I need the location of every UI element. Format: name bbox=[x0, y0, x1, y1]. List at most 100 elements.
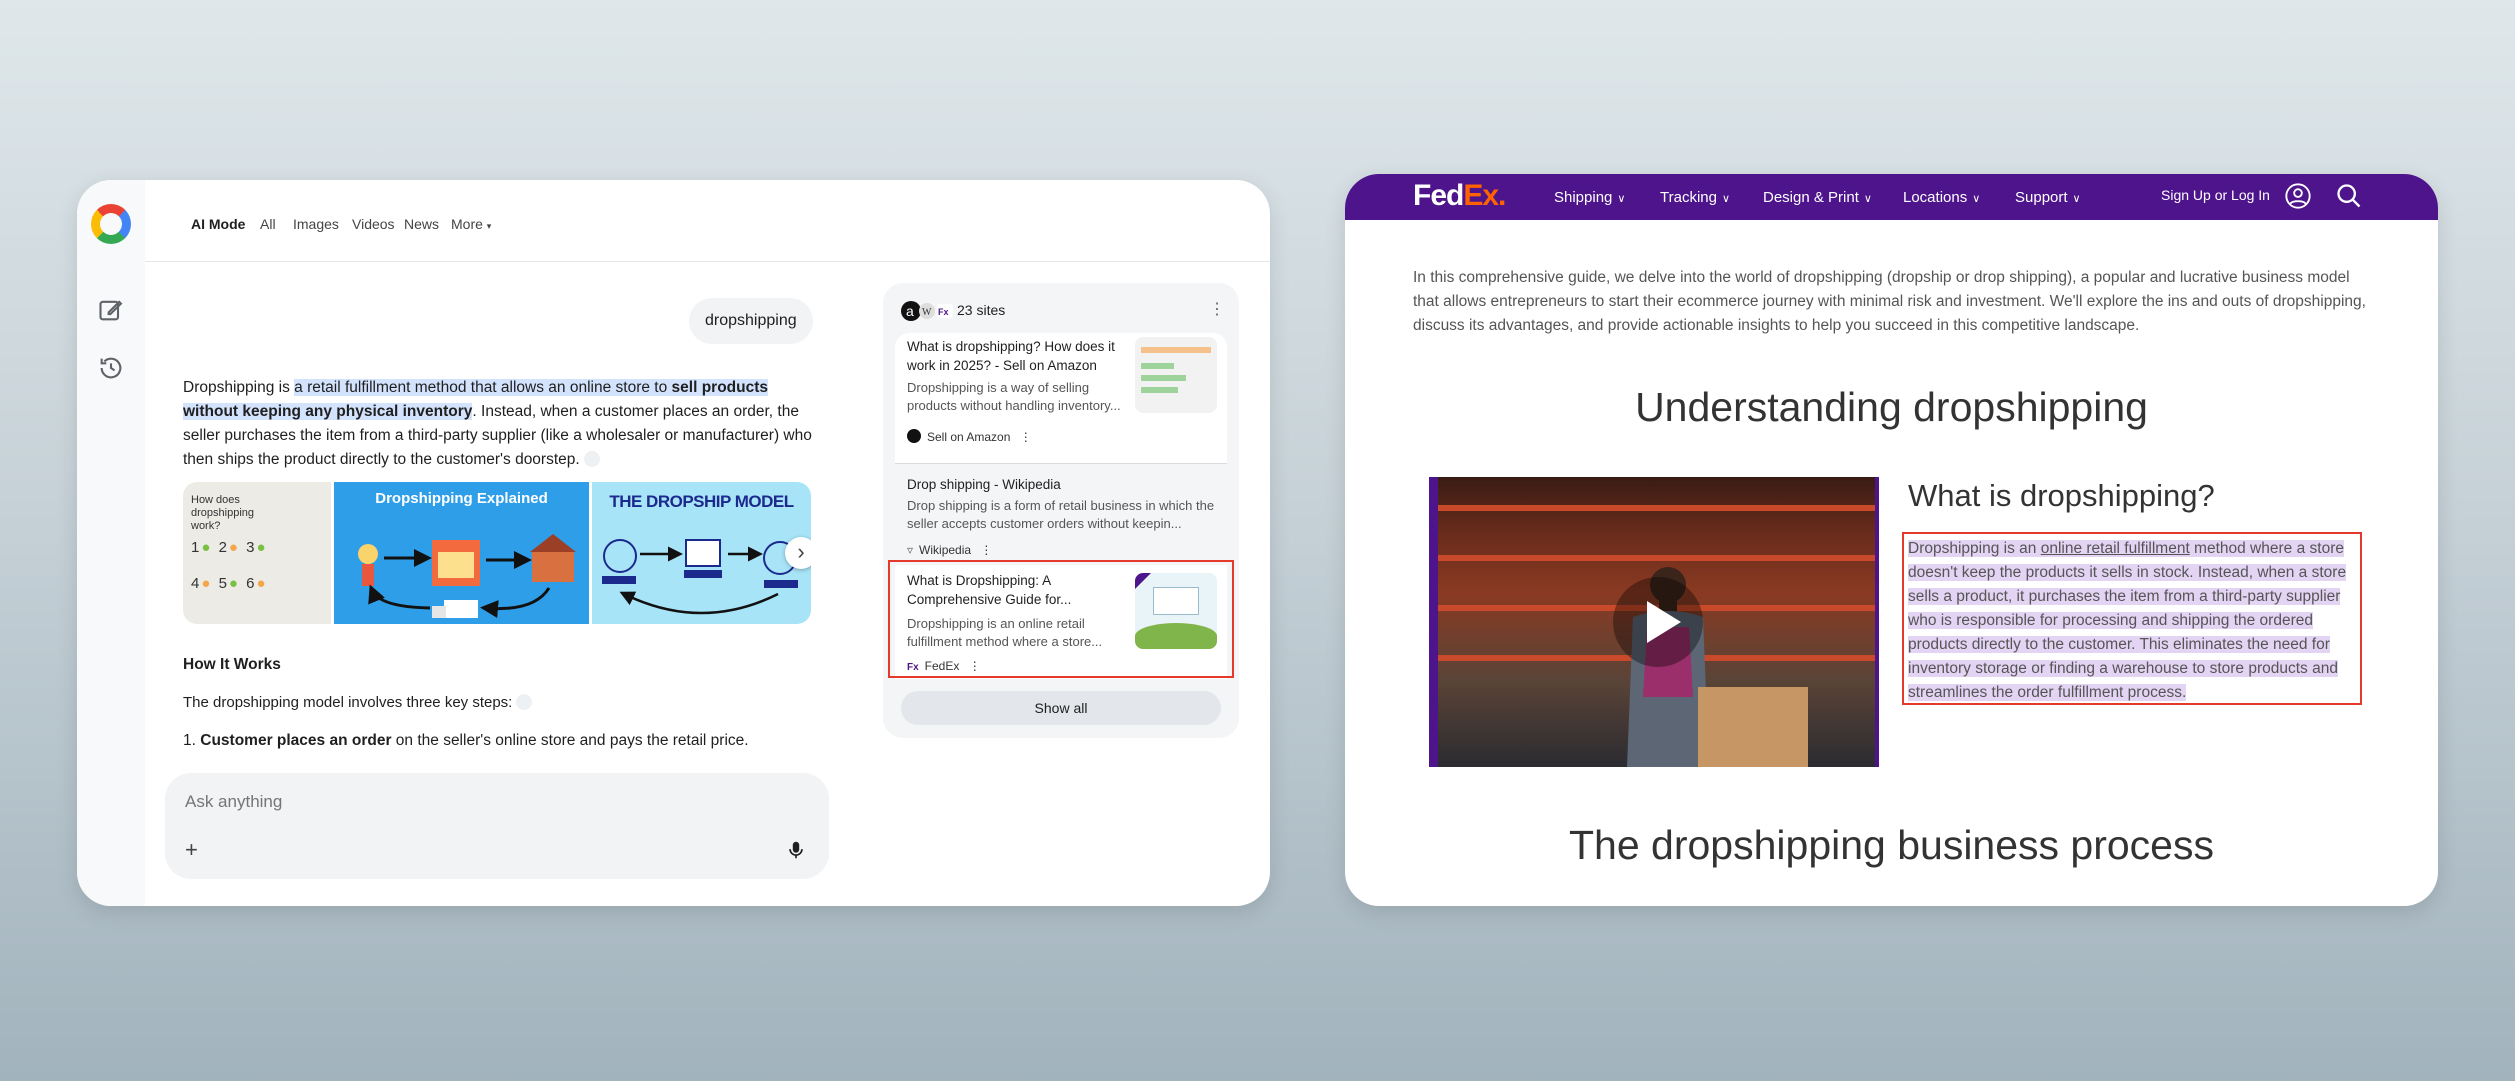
online-retail-fulfillment-link[interactable]: online retail fulfillment bbox=[2041, 540, 2190, 557]
heading-understanding: Understanding dropshipping bbox=[1635, 384, 2148, 430]
sources-count[interactable]: 23 sites bbox=[957, 302, 1005, 318]
image-the-dropship-model[interactable]: THE DROPSHIP MODEL bbox=[592, 482, 811, 624]
user-query-bubble: dropshipping bbox=[689, 298, 813, 344]
definition-paragraph: Dropshipping is an online retail fulfill… bbox=[1902, 532, 2362, 705]
video-box-figure bbox=[1698, 687, 1808, 767]
svg-text:Fx: Fx bbox=[938, 307, 949, 317]
link-icon[interactable] bbox=[516, 694, 533, 710]
chevron-down-icon: ∨ bbox=[1972, 193, 1981, 205]
source-card-title: Drop shipping - Wikipedia bbox=[907, 477, 1061, 492]
steps-intro: The dropshipping model involves three ke… bbox=[183, 694, 533, 711]
source-name: Wikipedia bbox=[919, 543, 972, 557]
definition-post: method where a store doesn't keep the pr… bbox=[1908, 540, 2347, 701]
svg-text:W: W bbox=[922, 307, 932, 318]
step-1: 1. Customer places an order on the selle… bbox=[183, 732, 749, 750]
shelf-decoration bbox=[1438, 505, 1875, 511]
sources-panel: a W Fx 23 sites ⋮ What is dropshipping? … bbox=[883, 283, 1239, 738]
chevron-down-icon: ∨ bbox=[1721, 193, 1731, 205]
source-card-snippet: Drop shipping is a form of retail busine… bbox=[907, 498, 1215, 531]
nav-label: Shipping bbox=[1554, 189, 1613, 206]
source-card-source: ▿ Wikipedia ⋮ bbox=[907, 543, 992, 557]
tab-videos[interactable]: Videos bbox=[352, 216, 395, 232]
image-dropshipping-explained[interactable]: Dropshipping Explained bbox=[334, 482, 589, 624]
fedex-logo-fed: Fed bbox=[1413, 179, 1464, 212]
ai-answer-paragraph: Dropshipping is a retail fulfillment met… bbox=[183, 376, 813, 472]
image-1-title: How does dropshipping work? bbox=[191, 494, 254, 532]
fedex-logo-ex: Ex. bbox=[1463, 179, 1506, 212]
nav-design-print[interactable]: Design & Print ∨ bbox=[1763, 189, 1872, 206]
step-1-num: 1. bbox=[183, 732, 196, 749]
nav-label: Tracking bbox=[1660, 189, 1717, 206]
show-all-button[interactable]: Show all bbox=[901, 691, 1221, 725]
step-1-rest: on the seller's online store and pays th… bbox=[391, 732, 749, 749]
image-2-title: Dropshipping Explained bbox=[375, 490, 548, 507]
ask-box: + bbox=[165, 773, 829, 879]
step-1-bold: Customer places an order bbox=[200, 732, 392, 749]
chevron-down-icon: ∨ bbox=[1617, 193, 1626, 205]
image-carousel: How does dropshipping work? 1● 2● 3● 4● 5… bbox=[183, 482, 811, 624]
search-icon[interactable] bbox=[2335, 182, 2363, 210]
link-icon[interactable] bbox=[583, 451, 600, 467]
history-icon[interactable] bbox=[97, 354, 125, 382]
microphone-icon[interactable] bbox=[785, 837, 807, 863]
plus-icon[interactable]: + bbox=[185, 837, 198, 863]
tab-more[interactable]: More ▾ bbox=[451, 216, 491, 232]
tab-more-label: More bbox=[451, 216, 483, 232]
answer-highlight-a: a retail fulfillment method that allows … bbox=[294, 379, 672, 396]
definition-pre: Dropshipping is an bbox=[1908, 540, 2041, 557]
numbered-steps-graphic: 1● 2● 3● 4● 5● 6● bbox=[191, 539, 268, 592]
tab-images[interactable]: Images bbox=[293, 216, 339, 232]
tab-news[interactable]: News bbox=[404, 216, 439, 232]
video-player[interactable] bbox=[1429, 477, 1879, 767]
nav-shipping[interactable]: Shipping ∨ bbox=[1554, 189, 1625, 206]
nav-locations[interactable]: Locations ∨ bbox=[1903, 189, 1980, 206]
answer-intro: Dropshipping is bbox=[183, 379, 295, 396]
dropship-model-graphic bbox=[602, 539, 798, 615]
image-how-does-dropshipping-work[interactable]: How does dropshipping work? 1● 2● 3● 4● 5… bbox=[183, 482, 331, 624]
heading-what-is: What is dropshipping? bbox=[1908, 478, 2215, 513]
source-card-source: Sell on Amazon ⋮ bbox=[907, 429, 1032, 444]
play-button-icon[interactable] bbox=[1613, 577, 1703, 667]
more-vert-icon[interactable]: ⋮ bbox=[980, 543, 992, 557]
caret-down-icon: ▾ bbox=[486, 221, 492, 231]
definition-selected-text[interactable]: Dropshipping is an online retail fulfill… bbox=[1908, 540, 2347, 701]
dropshipping-flow-graphic bbox=[358, 534, 576, 618]
nav-label: Locations bbox=[1903, 189, 1968, 206]
section-title: How It Works bbox=[183, 656, 281, 673]
tab-ai-mode[interactable]: AI Mode bbox=[191, 216, 245, 232]
search-tabs: AI Mode All Images Videos News More ▾ bbox=[145, 180, 1270, 262]
user-icon[interactable] bbox=[2284, 182, 2312, 210]
source-card-wikipedia[interactable]: Drop shipping - Wikipedia Drop shipping … bbox=[895, 463, 1227, 563]
new-chat-icon[interactable] bbox=[97, 296, 125, 324]
left-rail bbox=[77, 180, 145, 906]
ask-input[interactable] bbox=[183, 787, 743, 817]
fedex-nav-bar: FedEx. Shipping ∨ Tracking ∨ Design & Prin… bbox=[1345, 174, 2438, 220]
fedex-article-window: FedEx. Shipping ∨ Tracking ∨ Design & Prin… bbox=[1345, 174, 2438, 906]
more-vert-icon[interactable]: ⋮ bbox=[1209, 299, 1225, 319]
source-card-title: What is dropshipping? How does it work i… bbox=[907, 339, 1115, 373]
carousel-next-button[interactable]: › bbox=[785, 537, 811, 569]
sign-in-link[interactable]: Sign Up or Log In bbox=[2161, 187, 2270, 203]
source-card-snippet: Dropshipping is a way of selling product… bbox=[907, 380, 1121, 413]
article-intro: In this comprehensive guide, we delve in… bbox=[1413, 269, 2366, 334]
more-vert-icon[interactable]: ⋮ bbox=[1020, 430, 1032, 444]
nav-label: Design & Print bbox=[1763, 189, 1859, 206]
source-name: Sell on Amazon bbox=[927, 430, 1011, 444]
highlight-box bbox=[888, 560, 1234, 678]
svg-text:a: a bbox=[906, 303, 914, 319]
fedex-logo[interactable]: FedEx. bbox=[1413, 179, 1506, 213]
steps-intro-text: The dropshipping model involves three ke… bbox=[183, 694, 513, 711]
chevron-down-icon: ∨ bbox=[2072, 193, 2081, 205]
card-divider bbox=[895, 463, 1227, 464]
nav-support[interactable]: Support ∨ bbox=[2015, 189, 2081, 206]
wikipedia-favicon-icon: ▿ bbox=[907, 543, 914, 557]
google-logo[interactable] bbox=[91, 204, 131, 244]
tab-all[interactable]: All bbox=[260, 216, 276, 232]
google-ai-mode-window: AI Mode All Images Videos News More ▾ dr… bbox=[77, 180, 1270, 906]
nav-tracking[interactable]: Tracking ∨ bbox=[1660, 189, 1730, 206]
nav-label: Support bbox=[2015, 189, 2068, 206]
image-3-title: THE DROPSHIP MODEL bbox=[609, 492, 794, 511]
source-card-thumbnail bbox=[1135, 337, 1217, 413]
site-favicons: a W Fx bbox=[901, 301, 953, 321]
amazon-favicon-icon bbox=[907, 429, 921, 443]
